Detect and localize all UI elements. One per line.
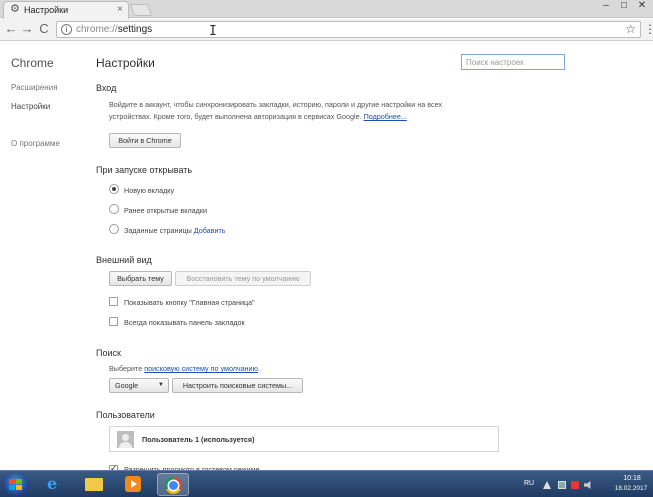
menu-icon[interactable]: ⋮ bbox=[644, 22, 653, 36]
taskbar-internet-explorer[interactable]: e bbox=[38, 473, 70, 496]
gear-icon: ⚙ bbox=[10, 3, 20, 15]
clock-date[interactable]: 18.02.2017 bbox=[610, 485, 652, 492]
windows-taskbar: e RU 10:18 18.02.2017 bbox=[0, 470, 653, 497]
startup-option-text: Заданные страницы bbox=[124, 226, 192, 235]
learn-more-link[interactable]: Подробнее... bbox=[364, 112, 407, 121]
back-arrow-icon[interactable]: ← bbox=[4, 22, 18, 36]
tab-settings[interactable]: ⚙ Настройки × bbox=[3, 1, 129, 19]
search-section-title: Поиск bbox=[96, 348, 121, 358]
clock-time[interactable]: 10:18 bbox=[614, 475, 650, 482]
users-section-title: Пользователи bbox=[96, 410, 155, 420]
dropdown-arrow-icon: ▼ bbox=[158, 382, 164, 388]
url-text: chrome://settings bbox=[76, 24, 152, 35]
search-engine-value: Google bbox=[115, 381, 139, 390]
tab-title: Настройки bbox=[24, 5, 69, 15]
taskbar-media-player[interactable] bbox=[117, 473, 149, 496]
search-text-suffix: . bbox=[257, 364, 260, 373]
tab-close-icon[interactable]: × bbox=[117, 4, 123, 15]
address-bar[interactable]: i chrome://settings ☆ bbox=[56, 21, 641, 38]
search-engine-select[interactable]: Google ▼ bbox=[109, 378, 169, 393]
action-center-icon[interactable] bbox=[543, 481, 551, 489]
startup-radio-specific-pages[interactable] bbox=[109, 224, 119, 234]
search-settings-input[interactable] bbox=[461, 54, 565, 70]
default-search-engine-link[interactable]: поисковую систему по умолчанию bbox=[144, 364, 258, 373]
window-controls: – □ ✕ bbox=[598, 0, 650, 14]
taskbar-explorer[interactable] bbox=[78, 473, 110, 496]
page-title: Настройки bbox=[96, 56, 155, 70]
start-button[interactable] bbox=[2, 472, 29, 497]
signin-line-1: Войдите в аккаунт, чтобы синхронизироват… bbox=[109, 100, 443, 109]
url-scheme: chrome:// bbox=[76, 24, 118, 35]
startup-option-label: Ранее открытые вкладки bbox=[124, 206, 207, 215]
chrome-icon bbox=[165, 477, 182, 494]
add-pages-link[interactable]: Добавить bbox=[194, 226, 226, 235]
info-icon[interactable]: i bbox=[61, 24, 72, 35]
sidebar-item-about[interactable]: О программе bbox=[11, 139, 60, 148]
maximize-button[interactable]: □ bbox=[616, 0, 632, 12]
search-description: Выберите поисковую систему по умолчанию. bbox=[109, 363, 260, 375]
signin-section-title: Вход bbox=[96, 83, 117, 93]
reset-theme-button[interactable]: Восстановить тему по умолчанию bbox=[175, 271, 311, 286]
volume-icon[interactable] bbox=[584, 481, 591, 489]
search-text-prefix: Выберите bbox=[109, 364, 143, 373]
choose-theme-button[interactable]: Выбрать тему bbox=[109, 271, 172, 286]
language-indicator[interactable]: RU bbox=[524, 480, 534, 487]
user-list-item[interactable]: Пользователь 1 (используется) bbox=[109, 426, 499, 452]
user-name: Пользователь 1 (используется) bbox=[142, 435, 255, 444]
sign-in-button[interactable]: Войти в Chrome bbox=[109, 133, 181, 148]
signin-line-2-wrap: устройствах. Кроме того, будет выполнена… bbox=[109, 111, 442, 123]
sidebar-item-settings[interactable]: Настройки bbox=[11, 102, 50, 111]
new-tab-button[interactable] bbox=[129, 4, 153, 16]
show-bookmarks-bar-checkbox[interactable] bbox=[109, 317, 118, 326]
show-home-button-label: Показывать кнопку "Главная страница" bbox=[124, 298, 255, 307]
network-warning-icon[interactable] bbox=[571, 481, 579, 489]
browser-toolbar: ← → C i chrome://settings ☆ ⋮ bbox=[0, 19, 653, 41]
text-cursor-icon: I bbox=[209, 24, 217, 39]
windows-logo-icon bbox=[9, 479, 22, 490]
close-window-button[interactable]: ✕ bbox=[634, 0, 650, 12]
show-home-button-checkbox[interactable] bbox=[109, 297, 118, 306]
sidebar: Chrome Расширения Настройки О программе bbox=[0, 42, 92, 470]
startup-option-label: Новую вкладку bbox=[124, 186, 175, 195]
url-path: settings bbox=[117, 24, 153, 35]
minimize-button[interactable]: – bbox=[598, 0, 614, 12]
sidebar-item-extensions[interactable]: Расширения bbox=[11, 83, 58, 92]
appearance-section-title: Внешний вид bbox=[96, 255, 152, 265]
startup-radio-new-tab[interactable] bbox=[109, 184, 119, 194]
forward-arrow-icon[interactable]: → bbox=[20, 22, 34, 36]
sidebar-title: Chrome bbox=[11, 56, 54, 70]
taskbar-chrome[interactable] bbox=[157, 473, 189, 496]
reload-icon[interactable]: C bbox=[37, 22, 51, 36]
internet-explorer-icon: e bbox=[47, 474, 58, 493]
startup-radio-continue[interactable] bbox=[109, 204, 119, 214]
folder-icon bbox=[85, 478, 103, 491]
show-bookmarks-bar-label: Всегда показывать панель закладок bbox=[124, 318, 245, 327]
media-player-icon bbox=[125, 476, 141, 492]
signin-line-2: устройствах. Кроме того, будет выполнена… bbox=[109, 112, 362, 121]
manage-search-engines-button[interactable]: Настроить поисковые системы... bbox=[172, 378, 303, 393]
bookmark-star-icon[interactable]: ☆ bbox=[625, 22, 636, 36]
title-bar: ⚙ Настройки × – □ ✕ bbox=[0, 0, 653, 19]
avatar bbox=[117, 431, 134, 448]
startup-option-label: Заданные страницы Добавить bbox=[124, 226, 226, 235]
startup-section-title: При запуске открывать bbox=[96, 165, 193, 175]
signin-description: Войдите в аккаунт, чтобы синхронизироват… bbox=[109, 99, 442, 123]
network-icon[interactable] bbox=[558, 481, 566, 489]
